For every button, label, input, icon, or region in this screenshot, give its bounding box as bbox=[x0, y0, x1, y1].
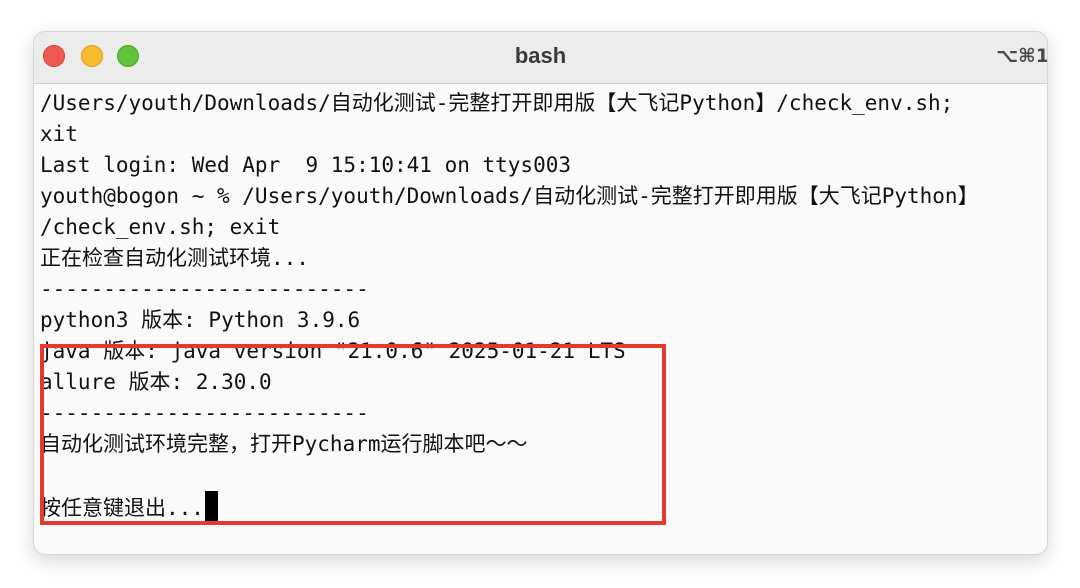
window-title: bash bbox=[514, 43, 567, 68]
terminal-prompt-text: 按任意键退出... bbox=[40, 496, 204, 520]
terminal-line: /check_env.sh; exit bbox=[40, 215, 281, 239]
terminal-line: python3 版本: Python 3.9.6 bbox=[40, 308, 361, 332]
terminal-separator: -------------------------- bbox=[40, 277, 369, 301]
terminal-line: allure 版本: 2.30.0 bbox=[40, 370, 272, 394]
terminal-separator: -------------------------- bbox=[40, 401, 369, 425]
title-bar[interactable]: bash ⌥⌘1 bbox=[34, 32, 1047, 84]
terminal-line: xit bbox=[40, 122, 78, 146]
terminal-window: bash ⌥⌘1 /Users/youth/Downloads/自动化测试-完整… bbox=[34, 32, 1047, 554]
terminal-output[interactable]: /Users/youth/Downloads/自动化测试-完整打开即用版【大飞记… bbox=[40, 88, 1047, 525]
terminal-line: youth@bogon ~ % /Users/youth/Downloads/自… bbox=[40, 184, 979, 208]
window-shortcut: ⌥⌘1 bbox=[996, 45, 1047, 67]
text-cursor bbox=[204, 491, 218, 521]
terminal-line: 自动化测试环境完整，打开Pycharm运行脚本吧～～ bbox=[40, 432, 528, 456]
terminal-line: java 版本: java version "21.0.6" 2025-01-2… bbox=[40, 339, 626, 363]
terminal-line: 正在检查自动化测试环境... bbox=[40, 246, 309, 270]
terminal-prompt-line: 按任意键退出... bbox=[40, 491, 1047, 522]
terminal-line: /Users/youth/Downloads/自动化测试-完整打开即用版【大飞记… bbox=[40, 91, 954, 115]
terminal-line: Last login: Wed Apr 9 15:10:41 on ttys00… bbox=[40, 153, 572, 177]
